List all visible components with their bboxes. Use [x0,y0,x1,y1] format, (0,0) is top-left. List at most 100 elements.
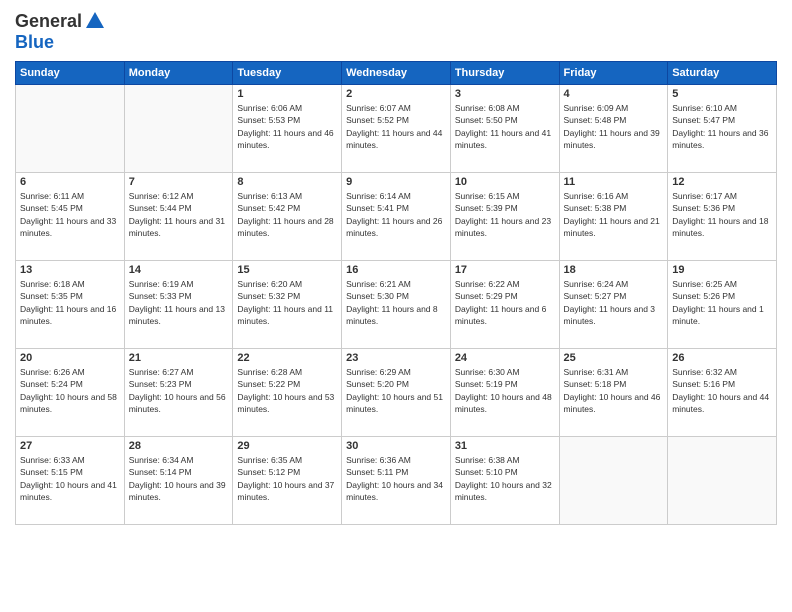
day-number: 1 [237,88,337,100]
day-info: Sunrise: 6:07 AMSunset: 5:52 PMDaylight:… [346,102,446,151]
day-info: Sunrise: 6:13 AMSunset: 5:42 PMDaylight:… [237,190,337,239]
day-number: 12 [672,176,772,188]
day-number: 26 [672,352,772,364]
day-info: Sunrise: 6:17 AMSunset: 5:36 PMDaylight:… [672,190,772,239]
day-number: 31 [455,440,555,452]
calendar-cell: 6 Sunrise: 6:11 AMSunset: 5:45 PMDaylight… [16,173,125,261]
calendar-cell: 15 Sunrise: 6:20 AMSunset: 5:32 PMDayligh… [233,261,342,349]
calendar-cell: 19Sunrise: 6:25 AMSunset: 5:26 PMDayligh… [668,261,777,349]
day-number: 9 [346,176,446,188]
day-number: 20 [20,352,120,364]
day-number: 25 [564,352,664,364]
day-number: 3 [455,88,555,100]
day-number: 2 [346,88,446,100]
day-info: Sunrise: 6:14 AMSunset: 5:41 PMDaylight:… [346,190,446,239]
day-info: Sunrise: 6:35 AMSunset: 5:12 PMDaylight:… [237,454,337,503]
day-number: 29 [237,440,337,452]
day-number: 6 [20,176,120,188]
calendar-cell: 9 Sunrise: 6:14 AMSunset: 5:41 PMDaylight… [342,173,451,261]
calendar-cell: 1 Sunrise: 6:06 AMSunset: 5:53 PMDaylight… [233,85,342,173]
header-friday: Friday [559,62,668,85]
logo: General Blue [15,10,106,53]
day-info: Sunrise: 6:22 AMSunset: 5:29 PMDaylight:… [455,278,555,327]
day-info: Sunrise: 6:29 AMSunset: 5:20 PMDaylight:… [346,366,446,415]
day-info: Sunrise: 6:31 AMSunset: 5:18 PMDaylight:… [564,366,664,415]
header-wednesday: Wednesday [342,62,451,85]
day-number: 22 [237,352,337,364]
day-info: Sunrise: 6:16 AMSunset: 5:38 PMDaylight:… [564,190,664,239]
calendar-cell: 23 Sunrise: 6:29 AMSunset: 5:20 PMDayligh… [342,349,451,437]
day-info: Sunrise: 6:06 AMSunset: 5:53 PMDaylight:… [237,102,337,151]
header-tuesday: Tuesday [233,62,342,85]
day-number: 11 [564,176,664,188]
day-number: 18 [564,264,664,276]
header-sunday: Sunday [16,62,125,85]
calendar-week-row: 6 Sunrise: 6:11 AMSunset: 5:45 PMDaylight… [16,173,777,261]
calendar-cell: 5Sunrise: 6:10 AMSunset: 5:47 PMDaylight… [668,85,777,173]
calendar-cell: 21Sunrise: 6:27 AMSunset: 5:23 PMDayligh… [124,349,233,437]
calendar-cell [124,85,233,173]
day-number: 24 [455,352,555,364]
day-info: Sunrise: 6:18 AMSunset: 5:35 PMDaylight:… [20,278,120,327]
day-info: Sunrise: 6:12 AMSunset: 5:44 PMDaylight:… [129,190,229,239]
day-info: Sunrise: 6:11 AMSunset: 5:45 PMDaylight:… [20,190,120,239]
day-info: Sunrise: 6:10 AMSunset: 5:47 PMDaylight:… [672,102,772,151]
calendar-week-row: 20 Sunrise: 6:26 AMSunset: 5:24 PMDayligh… [16,349,777,437]
calendar-header-row: SundayMondayTuesdayWednesdayThursdayFrid… [16,62,777,85]
calendar-cell: 24Sunrise: 6:30 AMSunset: 5:19 PMDayligh… [450,349,559,437]
calendar-cell: 10Sunrise: 6:15 AMSunset: 5:39 PMDayligh… [450,173,559,261]
day-info: Sunrise: 6:09 AMSunset: 5:48 PMDaylight:… [564,102,664,151]
day-info: Sunrise: 6:34 AMSunset: 5:14 PMDaylight:… [129,454,229,503]
day-number: 14 [129,264,229,276]
header-thursday: Thursday [450,62,559,85]
calendar-table: SundayMondayTuesdayWednesdayThursdayFrid… [15,61,777,525]
day-number: 19 [672,264,772,276]
calendar-cell: 14 Sunrise: 6:19 AMSunset: 5:33 PMDayligh… [124,261,233,349]
page: General Blue SundayMondayTuesdayWednesda… [0,0,792,612]
logo-blue-text: Blue [15,32,54,52]
calendar-cell: 3Sunrise: 6:08 AMSunset: 5:50 PMDaylight… [450,85,559,173]
day-info: Sunrise: 6:38 AMSunset: 5:10 PMDaylight:… [455,454,555,503]
calendar-cell: 27 Sunrise: 6:33 AMSunset: 5:15 PMDayligh… [16,437,125,525]
calendar-cell [559,437,668,525]
header: General Blue [15,10,777,53]
day-info: Sunrise: 6:33 AMSunset: 5:15 PMDaylight:… [20,454,120,503]
calendar-cell: 16Sunrise: 6:21 AMSunset: 5:30 PMDayligh… [342,261,451,349]
calendar-cell: 4 Sunrise: 6:09 AMSunset: 5:48 PMDaylight… [559,85,668,173]
calendar-cell: 2 Sunrise: 6:07 AMSunset: 5:52 PMDaylight… [342,85,451,173]
day-number: 4 [564,88,664,100]
calendar-cell: 28 Sunrise: 6:34 AMSunset: 5:14 PMDayligh… [124,437,233,525]
calendar-cell: 13 Sunrise: 6:18 AMSunset: 5:35 PMDayligh… [16,261,125,349]
day-number: 27 [20,440,120,452]
day-number: 23 [346,352,446,364]
calendar-cell: 18Sunrise: 6:24 AMSunset: 5:27 PMDayligh… [559,261,668,349]
calendar-cell: 31 Sunrise: 6:38 AMSunset: 5:10 PMDayligh… [450,437,559,525]
day-info: Sunrise: 6:19 AMSunset: 5:33 PMDaylight:… [129,278,229,327]
logo-icon [84,10,106,32]
calendar-cell: 12 Sunrise: 6:17 AMSunset: 5:36 PMDayligh… [668,173,777,261]
header-monday: Monday [124,62,233,85]
calendar-week-row: 27 Sunrise: 6:33 AMSunset: 5:15 PMDayligh… [16,437,777,525]
day-info: Sunrise: 6:32 AMSunset: 5:16 PMDaylight:… [672,366,772,415]
logo-general-text: General [15,11,82,32]
day-info: Sunrise: 6:20 AMSunset: 5:32 PMDaylight:… [237,278,337,327]
day-number: 15 [237,264,337,276]
header-saturday: Saturday [668,62,777,85]
day-info: Sunrise: 6:26 AMSunset: 5:24 PMDaylight:… [20,366,120,415]
day-info: Sunrise: 6:36 AMSunset: 5:11 PMDaylight:… [346,454,446,503]
day-info: Sunrise: 6:21 AMSunset: 5:30 PMDaylight:… [346,278,446,327]
calendar-cell: 17 Sunrise: 6:22 AMSunset: 5:29 PMDayligh… [450,261,559,349]
calendar-cell: 25 Sunrise: 6:31 AMSunset: 5:18 PMDayligh… [559,349,668,437]
day-number: 17 [455,264,555,276]
calendar-cell: 29 Sunrise: 6:35 AMSunset: 5:12 PMDayligh… [233,437,342,525]
calendar-cell: 22Sunrise: 6:28 AMSunset: 5:22 PMDayligh… [233,349,342,437]
day-number: 8 [237,176,337,188]
calendar-cell: 20 Sunrise: 6:26 AMSunset: 5:24 PMDayligh… [16,349,125,437]
calendar-week-row: 1 Sunrise: 6:06 AMSunset: 5:53 PMDaylight… [16,85,777,173]
day-number: 30 [346,440,446,452]
day-number: 13 [20,264,120,276]
calendar-cell: 30 Sunrise: 6:36 AMSunset: 5:11 PMDayligh… [342,437,451,525]
day-number: 28 [129,440,229,452]
calendar-cell: 26 Sunrise: 6:32 AMSunset: 5:16 PMDayligh… [668,349,777,437]
calendar-cell: 11 Sunrise: 6:16 AMSunset: 5:38 PMDayligh… [559,173,668,261]
